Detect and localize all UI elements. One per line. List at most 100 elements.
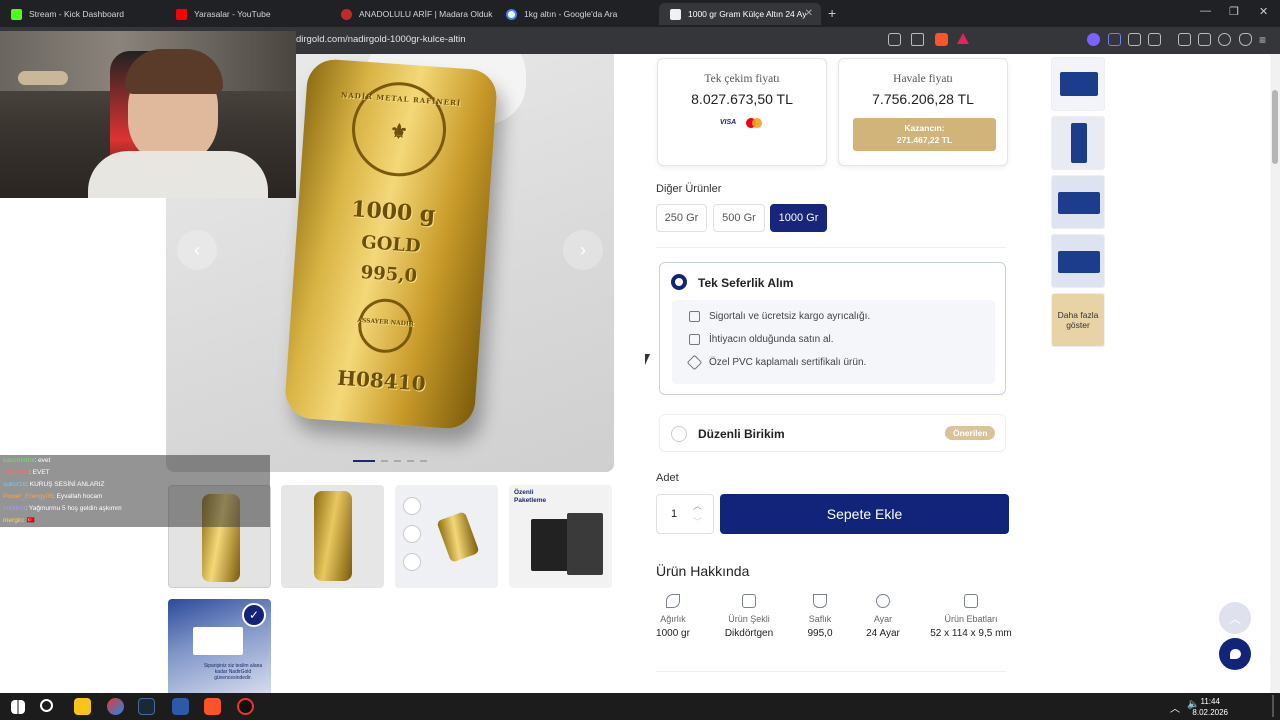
vpn-shield-icon[interactable] bbox=[1239, 33, 1252, 46]
extension-2-icon[interactable] bbox=[1108, 33, 1121, 46]
quantity-label: Adet bbox=[656, 472, 679, 484]
about-product-title: Ürün Hakkında bbox=[656, 563, 750, 579]
side-thumbnail-4[interactable] bbox=[1051, 234, 1105, 288]
app-icon[interactable] bbox=[107, 698, 124, 715]
close-window-icon[interactable]: ✕ bbox=[1259, 5, 1268, 18]
thumbnail-packaging[interactable]: Özenli Paketleme bbox=[509, 485, 612, 588]
carousel-dots bbox=[353, 460, 427, 462]
feature-item: Özel PVC kaplamalı sertifikalı ürün. bbox=[686, 354, 866, 371]
share-icon[interactable] bbox=[911, 33, 924, 46]
tab-google-search[interactable]: 1kg altın - Google'da Ara bbox=[495, 3, 660, 25]
wallet-icon[interactable] bbox=[1198, 33, 1211, 46]
carousel-dot[interactable] bbox=[407, 460, 414, 462]
card-price-box: Tek çekim fiyatı 8.027.673,50 TL VISA bbox=[657, 58, 827, 166]
chat-bubble-button[interactable] bbox=[1219, 638, 1251, 670]
scrollbar-thumb[interactable] bbox=[1272, 90, 1278, 164]
obs-icon[interactable] bbox=[237, 698, 254, 715]
brave-icon[interactable] bbox=[204, 698, 221, 715]
chat-line: sukur16: KURUŞ SESİNİ ANLARIZ bbox=[0, 479, 270, 491]
brave-shields-icon[interactable] bbox=[935, 33, 948, 46]
feather-icon bbox=[666, 594, 680, 608]
chat-line: kalealtun: EVET bbox=[0, 467, 270, 479]
carousel-prev-button[interactable]: ‹ bbox=[177, 230, 217, 270]
increment-icon[interactable]: ︿ bbox=[693, 499, 702, 512]
close-tab-icon[interactable]: ✕ bbox=[805, 8, 813, 19]
tab-youtube[interactable]: Yarasalar - YouTube bbox=[165, 3, 330, 25]
carousel-dot[interactable] bbox=[353, 460, 375, 462]
weight-option-500[interactable]: 500 Gr bbox=[713, 204, 765, 232]
minimize-icon[interactable]: — bbox=[1200, 5, 1211, 17]
mini-gold-bar bbox=[314, 491, 352, 581]
scroll-top-button[interactable]: ︿ bbox=[1219, 602, 1251, 634]
other-products-title: Diğer Ürünler bbox=[656, 183, 722, 195]
media-icon[interactable] bbox=[1148, 33, 1161, 46]
brave-rewards-icon[interactable] bbox=[957, 33, 969, 44]
weight-option-250[interactable]: 250 Gr bbox=[656, 204, 707, 232]
shelf-toy bbox=[18, 71, 68, 85]
feature-item: İhtiyacın olduğunda satın al. bbox=[689, 334, 834, 345]
google-icon bbox=[506, 8, 517, 20]
weight-option-1000[interactable]: 1000 Gr bbox=[770, 204, 827, 232]
shield-check-icon bbox=[689, 311, 700, 322]
chat-line: bassmirbol: evet bbox=[0, 455, 270, 467]
carousel-dot[interactable] bbox=[420, 460, 427, 462]
layers-icon bbox=[686, 354, 703, 371]
quantity-stepper[interactable]: 1 ︿ ﹀ bbox=[656, 494, 714, 534]
search-icon[interactable] bbox=[40, 699, 53, 712]
taskbar-clock[interactable]: 11:44 8.02.2026 bbox=[1192, 696, 1228, 718]
side-thumbnail-3[interactable] bbox=[1051, 175, 1105, 229]
leo-ai-icon[interactable] bbox=[1218, 33, 1231, 46]
app-2-icon[interactable] bbox=[172, 698, 189, 715]
transfer-price-box: Havale fiyatı 7.756.206,28 TL Kazancın: … bbox=[838, 58, 1008, 166]
mouse-cursor-icon bbox=[645, 354, 655, 365]
tab-kick-dashboard[interactable]: Stream - Kick Dashboard bbox=[0, 3, 165, 25]
tab-anadolulu-arif[interactable]: ANADOLULU ARİF | Madara Olduk # bbox=[330, 3, 495, 25]
side-thumbnail-2[interactable] bbox=[1051, 116, 1105, 170]
spec-weight: Ağırlık 1000 gr bbox=[648, 594, 698, 639]
tray-chevron-icon[interactable]: ︿ bbox=[1170, 700, 1180, 715]
envelope-card bbox=[193, 627, 243, 655]
radio-unselected[interactable] bbox=[671, 426, 687, 442]
add-to-cart-button[interactable]: Sepete Ekle bbox=[720, 494, 1009, 534]
kick-icon bbox=[11, 8, 22, 20]
steam-icon[interactable] bbox=[138, 698, 155, 715]
option-regular-savings[interactable]: Düzenli Birikim Önerilen bbox=[659, 414, 1006, 452]
sidebar-icon[interactable] bbox=[1178, 33, 1191, 46]
carousel-dot[interactable] bbox=[394, 460, 401, 462]
carousel-next-button[interactable]: › bbox=[563, 230, 603, 270]
show-more-button[interactable]: Daha fazla göster bbox=[1051, 293, 1105, 347]
thumbnail-delivery[interactable]: ✓ Siparişiniz siz teslim alana kadar Nad… bbox=[168, 599, 271, 693]
webcam-overlay bbox=[0, 31, 296, 198]
menu-icon[interactable]: ≡ bbox=[1259, 33, 1266, 47]
file-explorer-icon[interactable] bbox=[74, 698, 91, 715]
chat-line: nubrbro: Yağmurmu 5 hoş geldin aşkımm bbox=[0, 503, 270, 515]
youtube-icon bbox=[176, 8, 187, 20]
option-single-purchase[interactable]: Tek Seferlik Alım Sigortalı ve ücretsiz … bbox=[659, 262, 1006, 395]
restore-icon[interactable]: ❐ bbox=[1229, 5, 1239, 18]
side-thumbnail-1[interactable] bbox=[1051, 57, 1105, 111]
show-desktop-button[interactable] bbox=[1272, 695, 1274, 717]
thumbnail-2[interactable] bbox=[281, 485, 384, 588]
url-field[interactable]: dirgold.com/nadirgold-1000gr-kulce-altin bbox=[296, 34, 466, 45]
flask-icon bbox=[813, 594, 827, 608]
radio-selected[interactable] bbox=[671, 274, 687, 290]
reader-mode-icon[interactable] bbox=[888, 33, 901, 46]
spec-purity: Saflık 995,0 bbox=[800, 594, 840, 639]
page-scrollbar[interactable] bbox=[1270, 54, 1280, 693]
tab-active-product[interactable]: 1000 gr Gram Külçe Altın 24 Ayar ✕ bbox=[659, 3, 821, 25]
quantity-value[interactable]: 1 bbox=[671, 508, 677, 520]
feature-list: Sigortalı ve ücretsiz kargo ayrıcalığı. … bbox=[672, 300, 995, 384]
extensions-puzzle-icon[interactable] bbox=[1128, 33, 1141, 46]
windows-taskbar: ︿ 🔈 11:44 8.02.2026 bbox=[0, 693, 1280, 720]
extension-icon[interactable] bbox=[1087, 33, 1100, 46]
decrement-icon[interactable]: ﹀ bbox=[693, 515, 702, 528]
carousel-dot[interactable] bbox=[381, 460, 388, 462]
windows-start-icon[interactable] bbox=[11, 700, 25, 714]
new-tab-button[interactable]: + bbox=[828, 5, 836, 21]
badge-icon bbox=[876, 594, 890, 608]
spec-dimensions: Ürün Ebatları 52 x 114 x 9,5 mm bbox=[926, 594, 1016, 639]
shape-icon bbox=[742, 594, 756, 608]
page-icon bbox=[670, 8, 681, 20]
visa-icon: VISA bbox=[719, 119, 737, 126]
thumbnail-3[interactable] bbox=[395, 485, 498, 588]
